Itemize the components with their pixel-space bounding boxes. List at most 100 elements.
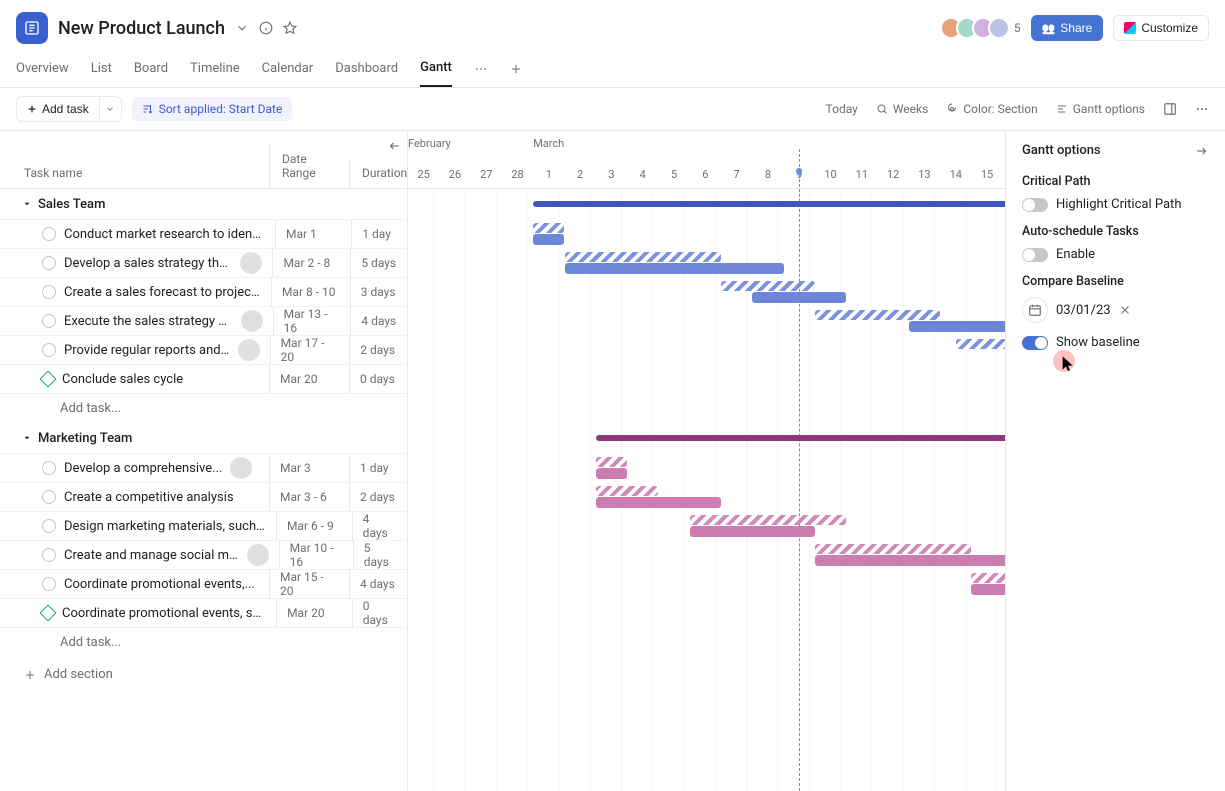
- add-task-button[interactable]: Add task: [16, 96, 100, 122]
- toggle-show-baseline[interactable]: Show baseline: [1022, 335, 1209, 350]
- task-date: Mar 20: [269, 365, 349, 393]
- gantt-bar[interactable]: [956, 339, 1005, 361]
- info-icon[interactable]: [259, 21, 273, 35]
- add-task-row[interactable]: Add task...: [0, 627, 407, 657]
- gantt-bar[interactable]: [596, 486, 721, 508]
- chevron-down-icon[interactable]: [235, 21, 249, 35]
- more-icon[interactable]: [1195, 102, 1209, 116]
- check-circle-icon[interactable]: [42, 314, 56, 328]
- baseline-date[interactable]: 03/01/23: [1056, 303, 1111, 318]
- check-circle-icon[interactable]: [42, 548, 56, 562]
- assignee-avatar[interactable]: [230, 457, 252, 479]
- gantt-bar[interactable]: [971, 573, 1005, 595]
- tab-timeline[interactable]: Timeline: [190, 51, 240, 86]
- tab-overflow-icon[interactable]: [474, 62, 488, 76]
- zoom-weeks[interactable]: Weeks: [876, 102, 928, 116]
- expand-icon[interactable]: [1163, 102, 1177, 116]
- actual-bar[interactable]: [565, 263, 784, 274]
- section-summary-bar[interactable]: [596, 435, 1005, 441]
- color-mode[interactable]: Color: Section: [946, 102, 1037, 116]
- milestone-icon[interactable]: [40, 371, 57, 388]
- gantt-options-link[interactable]: Gantt options: [1056, 102, 1145, 116]
- task-row[interactable]: Conduct market research to identify...Ma…: [0, 219, 407, 248]
- check-circle-icon[interactable]: [42, 577, 56, 591]
- task-row[interactable]: Create a sales forecast to project...Mar…: [0, 277, 407, 306]
- section-summary-bar[interactable]: [533, 201, 1005, 207]
- sort-pill[interactable]: Sort applied: Start Date: [132, 97, 293, 121]
- actual-bar[interactable]: [815, 555, 1005, 566]
- task-row[interactable]: Create and manage social media...Mar 10 …: [0, 540, 407, 569]
- share-button[interactable]: Share: [1031, 15, 1104, 41]
- add-section-button[interactable]: Add section: [0, 657, 407, 682]
- actual-bar[interactable]: [971, 584, 1005, 595]
- task-name: Coordinate promotional events, such...: [62, 606, 266, 621]
- task-row[interactable]: Coordinate promotional events, such...Ma…: [0, 598, 407, 627]
- gantt-bar[interactable]: [565, 252, 784, 274]
- baseline-bar: [815, 310, 940, 320]
- section-header[interactable]: Marketing Team: [0, 423, 407, 453]
- customize-button[interactable]: Customize: [1113, 15, 1209, 41]
- check-circle-icon[interactable]: [42, 519, 56, 533]
- task-row[interactable]: Create a competitive analysisMar 3 - 62 …: [0, 482, 407, 511]
- tab-overview[interactable]: Overview: [16, 51, 69, 86]
- tab-list[interactable]: List: [91, 51, 112, 86]
- check-circle-icon[interactable]: [42, 227, 56, 241]
- actual-bar[interactable]: [752, 292, 846, 303]
- check-circle-icon[interactable]: [42, 343, 56, 357]
- tab-calendar[interactable]: Calendar: [262, 51, 314, 86]
- task-row[interactable]: Develop a comprehensive...Mar 31 day: [0, 453, 407, 482]
- members-avatars[interactable]: 5: [946, 17, 1021, 39]
- today-button[interactable]: Today: [826, 102, 858, 116]
- check-circle-icon[interactable]: [42, 461, 56, 475]
- task-row[interactable]: Develop a sales strategy that...Mar 2 - …: [0, 248, 407, 277]
- assignee-avatar[interactable]: [241, 310, 263, 332]
- gantt-bar[interactable]: [596, 457, 627, 479]
- task-row[interactable]: Coordinate promotional events,...Mar 15 …: [0, 569, 407, 598]
- tab-board[interactable]: Board: [134, 51, 168, 86]
- project-title[interactable]: New Product Launch: [58, 18, 225, 39]
- actual-bar[interactable]: [690, 526, 815, 537]
- close-panel-icon[interactable]: [1195, 144, 1209, 158]
- column-task-header[interactable]: Task name: [0, 158, 269, 188]
- column-duration-header[interactable]: Duration: [349, 158, 407, 188]
- toggle-auto-schedule[interactable]: Enable: [1022, 247, 1209, 262]
- gantt-bar[interactable]: [533, 223, 564, 245]
- task-date: Mar 6 - 9: [276, 512, 352, 540]
- check-circle-icon[interactable]: [42, 490, 56, 504]
- assignee-avatar[interactable]: [240, 252, 262, 274]
- clear-baseline-icon[interactable]: [1119, 304, 1131, 316]
- task-row[interactable]: Provide regular reports and...Mar 17 - 2…: [0, 335, 407, 364]
- add-task-caret[interactable]: [100, 96, 122, 122]
- assignee-avatar[interactable]: [247, 544, 269, 566]
- assignee-avatar[interactable]: [238, 339, 260, 361]
- task-row[interactable]: Design marketing materials, such as...Ma…: [0, 511, 407, 540]
- task-row[interactable]: Execute the sales strategy by...Mar 13 -…: [0, 306, 407, 335]
- milestone-icon[interactable]: [40, 605, 57, 622]
- calendar-icon[interactable]: [1022, 297, 1048, 323]
- check-circle-icon[interactable]: [42, 256, 56, 270]
- toggle-icon: [1022, 336, 1048, 350]
- task-row[interactable]: Conclude sales cycleMar 200 days: [0, 364, 407, 393]
- add-tab-icon[interactable]: [510, 63, 522, 75]
- collapse-left-icon[interactable]: [387, 139, 401, 153]
- gantt-bar[interactable]: [815, 310, 1005, 332]
- gantt-bar[interactable]: [690, 515, 847, 537]
- actual-bar[interactable]: [533, 234, 564, 245]
- actual-bar[interactable]: [596, 497, 721, 508]
- project-icon[interactable]: [16, 12, 48, 44]
- toggle-critical-path[interactable]: Highlight Critical Path: [1022, 197, 1209, 212]
- gantt-bar[interactable]: [721, 281, 846, 303]
- gantt-bar[interactable]: [815, 544, 1005, 566]
- star-icon[interactable]: [283, 21, 297, 35]
- actual-bar[interactable]: [596, 468, 627, 479]
- column-date-header[interactable]: Date Range: [269, 144, 349, 188]
- check-circle-icon[interactable]: [42, 285, 56, 299]
- tab-dashboard[interactable]: Dashboard: [335, 51, 398, 86]
- tab-gantt[interactable]: Gantt: [420, 50, 452, 87]
- day-label: 2: [577, 168, 583, 181]
- actual-bar[interactable]: [909, 321, 1005, 332]
- section-header[interactable]: Sales Team: [0, 189, 407, 219]
- task-duration: 4 days: [352, 512, 407, 540]
- add-task-row[interactable]: Add task...: [0, 393, 407, 423]
- task-name: Conclude sales cycle: [62, 372, 183, 387]
